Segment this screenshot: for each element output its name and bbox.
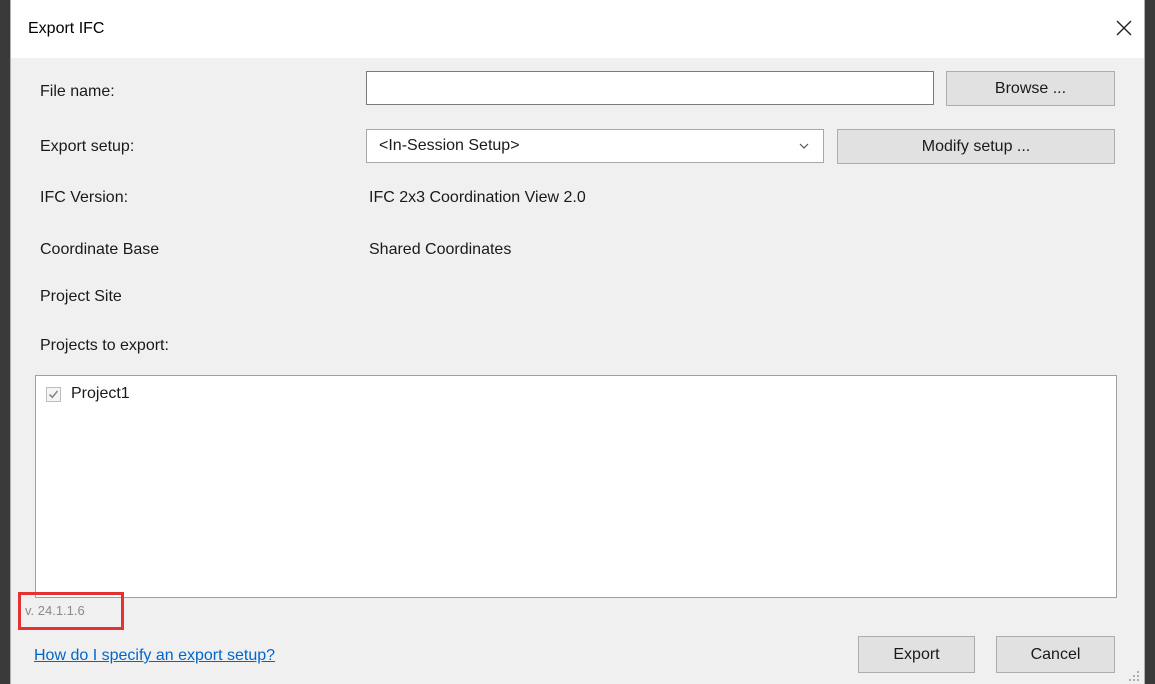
close-icon	[1116, 20, 1132, 36]
projects-to-export-label: Projects to export:	[40, 337, 169, 354]
project-name: Project1	[71, 385, 130, 402]
coordinate-base-value: Shared Coordinates	[369, 241, 512, 258]
modify-setup-button[interactable]: Modify setup ...	[837, 129, 1115, 164]
export-setup-select[interactable]: <In-Session Setup>	[366, 129, 824, 163]
project-site-label: Project Site	[40, 288, 122, 305]
export-setup-value: <In-Session Setup>	[379, 137, 520, 154]
checkmark-icon	[48, 389, 59, 398]
resize-grip-icon[interactable]	[1128, 670, 1140, 682]
list-item[interactable]: Project1	[46, 385, 130, 403]
title-bar: Export IFC	[11, 0, 1144, 58]
help-link[interactable]: How do I specify an export setup?	[34, 647, 275, 665]
file-name-input[interactable]	[366, 71, 934, 105]
projects-listbox[interactable]: Project1	[35, 375, 1117, 598]
version-highlight-box	[18, 592, 124, 630]
export-button[interactable]: Export	[858, 636, 975, 673]
chevron-down-icon	[799, 143, 809, 149]
project-checkbox[interactable]	[46, 386, 61, 402]
cancel-button[interactable]: Cancel	[996, 636, 1115, 673]
export-ifc-dialog: Export IFC File name: Browse ... Export …	[10, 0, 1145, 684]
export-setup-label: Export setup:	[40, 138, 135, 155]
window-title: Export IFC	[28, 20, 105, 37]
ifc-version-value: IFC 2x3 Coordination View 2.0	[369, 189, 586, 206]
browse-button[interactable]: Browse ...	[946, 71, 1115, 106]
ifc-version-label: IFC Version:	[40, 189, 129, 206]
close-button[interactable]	[1106, 10, 1142, 46]
coordinate-base-label: Coordinate Base	[40, 241, 160, 258]
file-name-label: File name:	[40, 83, 115, 100]
